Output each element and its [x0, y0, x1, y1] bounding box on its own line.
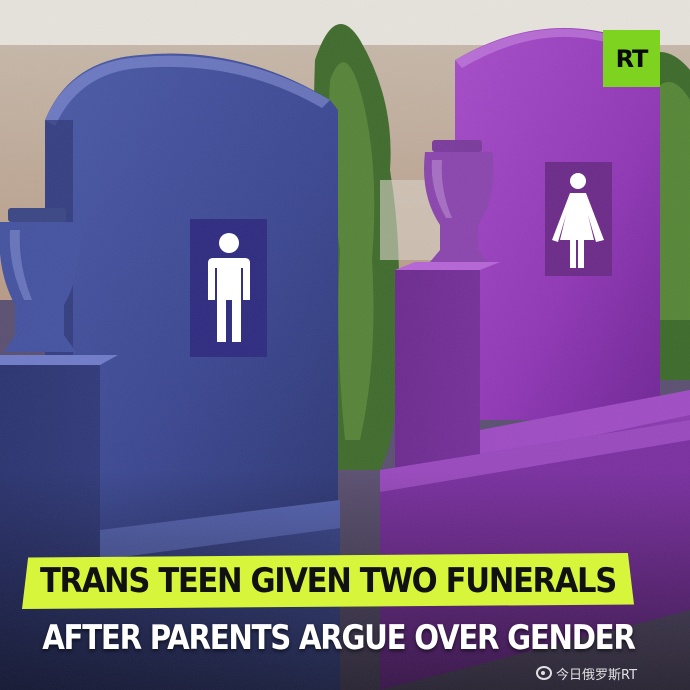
watermark: 今日俄罗斯RT [536, 662, 686, 684]
headline-line-2-text: AFTER PARENTS ARGUE OVER GENDER [41, 618, 636, 658]
headline-line-1-text: TRANS TEEN GIVEN TWO FUNERALS [40, 561, 617, 601]
rt-logo-text: RT [615, 44, 649, 73]
weibo-icon [536, 666, 552, 680]
headline-line-1: TRANS TEEN GIVEN TWO FUNERALS [22, 553, 634, 609]
headline-line-2: AFTER PARENTS ARGUE OVER GENDER [18, 612, 658, 664]
rt-logo: RT [603, 30, 660, 87]
watermark-text: 今日俄罗斯RT [556, 667, 638, 683]
photo-scene: RT TRANS TEEN GIVEN TWO FUNERALS AFTER P… [0, 0, 690, 690]
